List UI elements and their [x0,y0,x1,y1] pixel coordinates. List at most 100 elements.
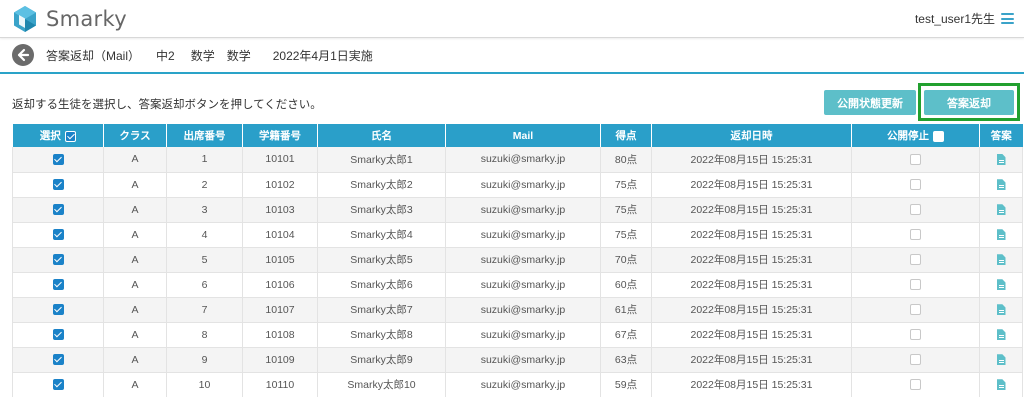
cell-select [12,347,104,373]
cell-student-no: 10108 [242,322,318,348]
answer-file-icon[interactable] [996,354,1006,366]
cell-name: Smarky太郎8 [317,322,446,348]
hamburger-menu-icon[interactable] [1001,13,1014,24]
cell-name: Smarky太郎10 [317,372,446,397]
col-student-no[interactable]: 学籍番号 [242,124,318,147]
row-stop-public-checkbox[interactable] [910,254,921,266]
cell-student-no: 10104 [242,222,318,248]
cell-select [12,197,104,223]
row-stop-public-checkbox[interactable] [910,179,921,191]
cell-class: A [103,322,167,348]
col-attendance-no[interactable]: 出席番号 [166,124,243,147]
cell-returned-at: 2022年08月15日 15:25:31 [651,172,852,198]
cell-mail: suzuki@smarky.jp [445,297,601,323]
row-select-checkbox[interactable] [52,179,64,191]
cell-class: A [103,372,167,397]
cell-score: 75点 [600,172,652,198]
answer-file-icon[interactable] [996,379,1006,391]
row-stop-public-checkbox[interactable] [910,329,921,341]
table-row: A 3 10103 Smarky太郎3 suzuki@smarky.jp 75点 2022年… [12,197,1023,223]
cell-name: Smarky太郎4 [317,222,446,248]
cell-name: Smarky太郎7 [317,297,446,323]
cell-select [12,272,104,298]
cell-mail: suzuki@smarky.jp [445,222,601,248]
app-name: Smarky [46,7,127,31]
cell-stop-public [851,147,980,173]
row-select-checkbox[interactable] [52,329,64,341]
cell-score: 75点 [600,197,652,223]
cell-answer [979,247,1023,273]
answer-file-icon[interactable] [996,329,1006,341]
cell-name: Smarky太郎6 [317,272,446,298]
row-select-checkbox[interactable] [52,229,64,241]
cell-stop-public [851,347,980,373]
cell-class: A [103,172,167,198]
cell-class: A [103,147,167,173]
row-select-checkbox[interactable] [52,379,64,391]
stop-all-checkbox[interactable] [933,130,944,142]
row-stop-public-checkbox[interactable] [910,304,921,316]
answer-file-icon[interactable] [996,279,1006,291]
col-score[interactable]: 得点 [600,124,652,147]
col-select: 選択 [12,124,104,147]
cell-student-no: 10105 [242,247,318,273]
instruction-text: 返却する生徒を選択し、答案返却ボタンを押してください。 [12,99,322,111]
cell-returned-at: 2022年08月15日 15:25:31 [651,147,852,173]
cell-answer [979,147,1023,173]
cell-returned-at: 2022年08月15日 15:25:31 [651,347,852,373]
row-select-checkbox[interactable] [52,254,64,266]
cell-answer [979,197,1023,223]
row-select-checkbox[interactable] [52,204,64,216]
cell-mail: suzuki@smarky.jp [445,247,601,273]
cell-returned-at: 2022年08月15日 15:25:31 [651,247,852,273]
crumb-subject: 数学 [190,48,215,63]
app-header: Smarky test_user1先生 [0,0,1024,38]
table-row: A 4 10104 Smarky太郎4 suzuki@smarky.jp 75点 2022年… [12,222,1023,248]
cell-score: 67点 [600,322,652,348]
cell-score: 63点 [600,347,652,373]
crumb-course: 数学 [226,48,251,63]
table-row: A 10 10110 Smarky太郎10 suzuki@smarky.jp 59点 202… [12,372,1023,397]
answer-file-icon[interactable] [996,179,1006,191]
crumb-grade: 中2 [156,48,175,63]
row-stop-public-checkbox[interactable] [910,153,921,165]
answer-file-icon[interactable] [996,254,1006,266]
cell-student-no: 10102 [242,172,318,198]
select-all-checkbox[interactable] [64,130,76,142]
cell-mail: suzuki@smarky.jp [445,147,601,173]
col-class[interactable]: クラス [103,124,167,147]
row-stop-public-checkbox[interactable] [910,229,921,241]
row-stop-public-checkbox[interactable] [910,204,921,216]
row-stop-public-checkbox[interactable] [910,379,921,391]
table-row: A 8 10108 Smarky太郎8 suzuki@smarky.jp 67点 2022年… [12,322,1023,348]
row-stop-public-checkbox[interactable] [910,279,921,291]
row-select-checkbox[interactable] [52,279,64,291]
col-name[interactable]: 氏名 [317,124,446,147]
cell-attendance-no: 2 [166,172,243,198]
cell-answer [979,297,1023,323]
user-label[interactable]: test_user1先生 [915,10,995,27]
return-answers-button[interactable]: 答案返却 [924,90,1014,115]
cell-attendance-no: 7 [166,297,243,323]
col-returned-at[interactable]: 返却日時 [651,124,852,147]
table-row: A 6 10106 Smarky太郎6 suzuki@smarky.jp 60点 2022年… [12,272,1023,298]
update-status-button[interactable]: 公開状態更新 [824,90,916,115]
answer-file-icon[interactable] [996,153,1006,165]
cell-select [12,297,104,323]
row-select-checkbox[interactable] [52,304,64,316]
answer-file-icon[interactable] [996,204,1006,216]
answer-file-icon[interactable] [996,229,1006,241]
col-mail[interactable]: Mail [445,124,601,147]
back-arrow-icon[interactable] [12,44,34,66]
answer-file-icon[interactable] [996,304,1006,316]
logo[interactable]: Smarky [10,4,127,34]
table-row: A 2 10102 Smarky太郎2 suzuki@smarky.jp 75点 2022年… [12,172,1023,198]
table-row: A 9 10109 Smarky太郎9 suzuki@smarky.jp 63点 2022年… [12,347,1023,373]
cell-student-no: 10103 [242,197,318,223]
row-stop-public-checkbox[interactable] [910,354,921,366]
cell-answer [979,347,1023,373]
table-row: A 5 10105 Smarky太郎5 suzuki@smarky.jp 70点 2022年… [12,247,1023,273]
row-select-checkbox[interactable] [52,354,64,366]
row-select-checkbox[interactable] [52,153,64,165]
cell-attendance-no: 3 [166,197,243,223]
